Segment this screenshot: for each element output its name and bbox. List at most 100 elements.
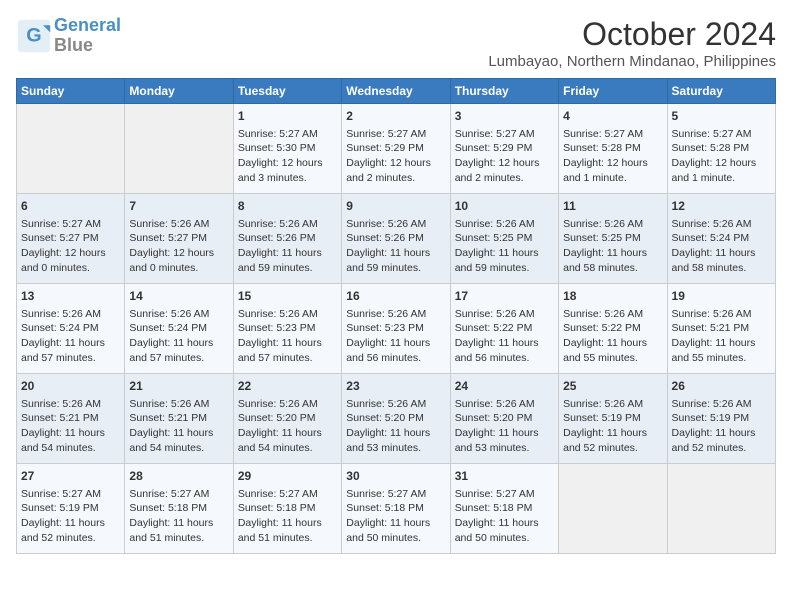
day-number: 15: [238, 288, 337, 305]
cell-line: and 2 minutes.: [346, 171, 445, 186]
cell-line: Sunset: 5:25 PM: [455, 231, 554, 246]
calendar-cell: 2Sunrise: 5:27 AMSunset: 5:29 PMDaylight…: [342, 104, 450, 194]
calendar-header-row: SundayMondayTuesdayWednesdayThursdayFrid…: [17, 79, 776, 104]
cell-line: Sunrise: 5:27 AM: [672, 127, 771, 142]
column-header-thursday: Thursday: [450, 79, 558, 104]
day-number: 26: [672, 378, 771, 395]
logo-text: GeneralBlue: [54, 16, 121, 56]
cell-line: Sunrise: 5:27 AM: [238, 487, 337, 502]
cell-line: Sunrise: 5:26 AM: [346, 397, 445, 412]
day-number: 12: [672, 198, 771, 215]
day-number: 23: [346, 378, 445, 395]
title-area: October 2024 Lumbayao, Northern Mindanao…: [488, 16, 776, 70]
cell-line: Sunset: 5:20 PM: [346, 411, 445, 426]
cell-line: Daylight: 11 hours: [455, 336, 554, 351]
column-header-tuesday: Tuesday: [233, 79, 341, 104]
calendar-cell: 23 Sunrise: 5:26 AMSunset: 5:20 PMDayligh…: [342, 374, 450, 464]
day-number: 24: [455, 378, 554, 395]
cell-line: Daylight: 11 hours: [129, 336, 228, 351]
calendar-table: SundayMondayTuesdayWednesdayThursdayFrid…: [16, 78, 776, 554]
cell-line: Daylight: 11 hours: [346, 426, 445, 441]
cell-line: Daylight: 11 hours: [21, 426, 120, 441]
day-number: 13: [21, 288, 120, 305]
cell-line: Sunset: 5:26 PM: [238, 231, 337, 246]
cell-line: and 3 minutes.: [238, 171, 337, 186]
cell-line: Sunset: 5:27 PM: [21, 231, 120, 246]
cell-line: and 54 minutes.: [238, 441, 337, 456]
cell-line: Sunset: 5:28 PM: [563, 141, 662, 156]
cell-line: Sunrise: 5:26 AM: [563, 217, 662, 232]
day-number: 16: [346, 288, 445, 305]
cell-line: Sunrise: 5:26 AM: [129, 307, 228, 322]
cell-line: and 59 minutes.: [238, 261, 337, 276]
cell-line: and 55 minutes.: [563, 351, 662, 366]
cell-line: and 58 minutes.: [672, 261, 771, 276]
cell-line: Sunset: 5:18 PM: [129, 501, 228, 516]
calendar-week-row: 1Sunrise: 5:27 AMSunset: 5:30 PMDaylight…: [17, 104, 776, 194]
cell-line: Daylight: 11 hours: [563, 336, 662, 351]
cell-line: Sunset: 5:24 PM: [129, 321, 228, 336]
cell-line: Sunrise: 5:26 AM: [672, 307, 771, 322]
calendar-cell: 14 Sunrise: 5:26 AMSunset: 5:24 PMDayligh…: [125, 284, 233, 374]
cell-line: and 53 minutes.: [346, 441, 445, 456]
calendar-cell: 27Sunrise: 5:27 AMSunset: 5:19 PMDayligh…: [17, 464, 125, 554]
day-number: 20: [21, 378, 120, 395]
cell-line: and 1 minute.: [563, 171, 662, 186]
cell-line: Sunset: 5:25 PM: [563, 231, 662, 246]
cell-line: Sunrise: 5:26 AM: [563, 307, 662, 322]
cell-line: Sunset: 5:19 PM: [563, 411, 662, 426]
calendar-cell: 4Sunrise: 5:27 AMSunset: 5:28 PMDaylight…: [559, 104, 667, 194]
cell-line: Sunset: 5:23 PM: [346, 321, 445, 336]
column-header-friday: Friday: [559, 79, 667, 104]
day-number: 31: [455, 468, 554, 485]
cell-line: Sunset: 5:21 PM: [21, 411, 120, 426]
cell-line: and 51 minutes.: [129, 531, 228, 546]
cell-line: and 55 minutes.: [672, 351, 771, 366]
cell-line: Sunrise: 5:26 AM: [129, 397, 228, 412]
calendar-cell: 31Sunrise: 5:27 AMSunset: 5:18 PMDayligh…: [450, 464, 558, 554]
day-number: 29: [238, 468, 337, 485]
day-number: 25: [563, 378, 662, 395]
cell-line: Sunset: 5:22 PM: [563, 321, 662, 336]
cell-line: Daylight: 11 hours: [238, 246, 337, 261]
cell-line: Sunset: 5:19 PM: [21, 501, 120, 516]
cell-line: Daylight: 11 hours: [238, 336, 337, 351]
cell-line: and 54 minutes.: [129, 441, 228, 456]
cell-line: Daylight: 11 hours: [563, 426, 662, 441]
calendar-week-row: 13Sunrise: 5:26 AMSunset: 5:24 PMDayligh…: [17, 284, 776, 374]
cell-line: Sunrise: 5:26 AM: [238, 217, 337, 232]
cell-line: Sunset: 5:27 PM: [129, 231, 228, 246]
calendar-cell: 6Sunrise: 5:27 AMSunset: 5:27 PMDaylight…: [17, 194, 125, 284]
calendar-cell: 11Sunrise: 5:26 AMSunset: 5:25 PMDayligh…: [559, 194, 667, 284]
cell-line: Daylight: 11 hours: [129, 516, 228, 531]
cell-line: Daylight: 12 hours: [129, 246, 228, 261]
cell-line: Sunrise: 5:26 AM: [672, 217, 771, 232]
cell-line: and 0 minutes.: [21, 261, 120, 276]
day-number: 3: [455, 108, 554, 125]
calendar-week-row: 20Sunrise: 5:26 AMSunset: 5:21 PMDayligh…: [17, 374, 776, 464]
calendar-cell: 9Sunrise: 5:26 AMSunset: 5:26 PMDaylight…: [342, 194, 450, 284]
cell-line: Sunrise: 5:26 AM: [455, 307, 554, 322]
cell-line: and 52 minutes.: [672, 441, 771, 456]
calendar-week-row: 27Sunrise: 5:27 AMSunset: 5:19 PMDayligh…: [17, 464, 776, 554]
cell-line: Daylight: 12 hours: [346, 156, 445, 171]
calendar-cell: 15Sunrise: 5:26 AMSunset: 5:23 PMDayligh…: [233, 284, 341, 374]
cell-line: Daylight: 12 hours: [238, 156, 337, 171]
day-number: 7: [129, 198, 228, 215]
cell-line: Daylight: 12 hours: [455, 156, 554, 171]
calendar-cell: 5Sunrise: 5:27 AMSunset: 5:28 PMDaylight…: [667, 104, 775, 194]
cell-line: and 59 minutes.: [455, 261, 554, 276]
cell-line: Sunrise: 5:26 AM: [455, 397, 554, 412]
column-header-sunday: Sunday: [17, 79, 125, 104]
day-number: 6: [21, 198, 120, 215]
cell-line: and 53 minutes.: [455, 441, 554, 456]
cell-line: Sunrise: 5:26 AM: [455, 217, 554, 232]
calendar-cell: 8Sunrise: 5:26 AMSunset: 5:26 PMDaylight…: [233, 194, 341, 284]
cell-line: and 2 minutes.: [455, 171, 554, 186]
calendar-cell: 26Sunrise: 5:26 AMSunset: 5:19 PMDayligh…: [667, 374, 775, 464]
cell-line: Sunset: 5:20 PM: [238, 411, 337, 426]
day-number: 14: [129, 288, 228, 305]
cell-line: Daylight: 11 hours: [238, 516, 337, 531]
cell-line: Daylight: 11 hours: [238, 426, 337, 441]
day-number: 17: [455, 288, 554, 305]
